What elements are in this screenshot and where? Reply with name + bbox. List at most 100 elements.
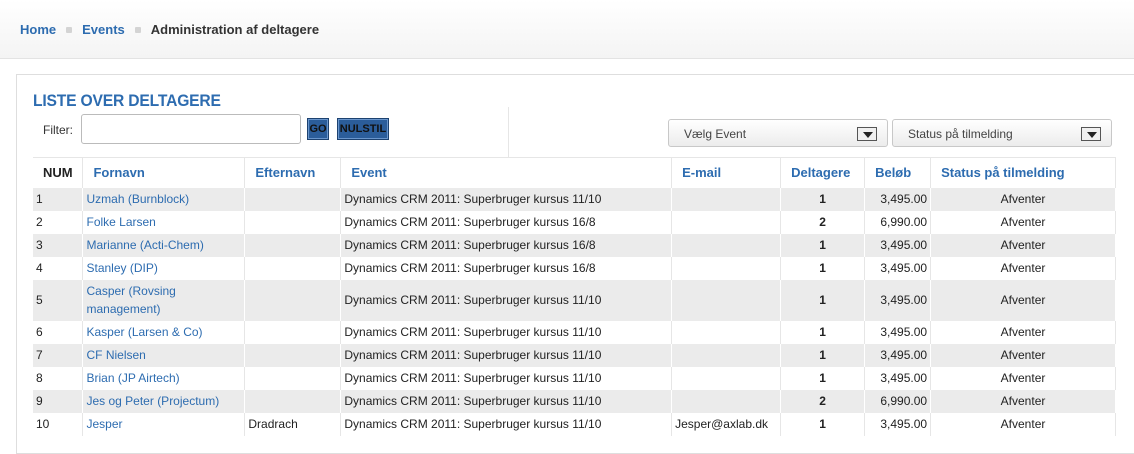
participant-link[interactable]: Folke Larsen bbox=[86, 215, 155, 229]
filter-row: Filter: GO NULSTIL Vælg Event Status på … bbox=[33, 107, 1117, 157]
row-email bbox=[671, 343, 782, 367]
row-firstname: Stanley (DIP) bbox=[82, 256, 246, 280]
breadcrumb-home-link[interactable]: Home bbox=[20, 22, 56, 37]
filter-input[interactable] bbox=[81, 114, 301, 144]
row-participants: 1 bbox=[780, 412, 866, 436]
table-row: 6 Kasper (Larsen & Co) Dynamics CRM 2011: … bbox=[33, 320, 1116, 344]
row-participants: 1 bbox=[780, 343, 866, 367]
row-event: Dynamics CRM 2011: Superbruger kursus 16… bbox=[340, 233, 673, 257]
row-num: 2 bbox=[33, 210, 84, 234]
participant-link[interactable]: Casper (Rovsing management) bbox=[86, 284, 175, 316]
participants-panel: LISTE OVER DELTAGERE Filter: GO NULSTIL … bbox=[16, 74, 1134, 454]
row-lastname bbox=[244, 210, 342, 234]
column-header-num[interactable]: NUM bbox=[33, 157, 84, 188]
row-num: 6 bbox=[33, 320, 84, 344]
status-select[interactable]: Status på tilmelding bbox=[892, 119, 1112, 147]
row-email bbox=[671, 366, 782, 390]
row-status: Afventer bbox=[930, 343, 1116, 367]
table-row: 5 Casper (Rovsing management) Dynamics CRM… bbox=[33, 279, 1116, 321]
row-num: 7 bbox=[33, 343, 84, 367]
row-participants: 1 bbox=[780, 187, 866, 211]
row-status: Afventer bbox=[930, 233, 1116, 257]
row-status: Afventer bbox=[930, 412, 1116, 436]
row-participants: 2 bbox=[780, 389, 866, 413]
row-event: Dynamics CRM 2011: Superbruger kursus 11… bbox=[340, 389, 673, 413]
breadcrumb-current: Administration af deltagere bbox=[150, 22, 320, 37]
row-firstname: Casper (Rovsing management) bbox=[82, 279, 246, 321]
participant-link[interactable]: Marianne (Acti-Chem) bbox=[86, 238, 203, 252]
column-header-email[interactable]: E-mail bbox=[671, 157, 782, 188]
row-status: Afventer bbox=[930, 256, 1116, 280]
row-firstname: Jesper bbox=[82, 412, 246, 436]
row-event: Dynamics CRM 2011: Superbruger kursus 11… bbox=[340, 279, 673, 321]
row-event: Dynamics CRM 2011: Superbruger kursus 11… bbox=[340, 187, 673, 211]
participant-link[interactable]: CF Nielsen bbox=[86, 348, 145, 362]
row-status: Afventer bbox=[930, 210, 1116, 234]
row-amount: 3,495.00 bbox=[864, 412, 932, 436]
participant-link[interactable]: Stanley (DIP) bbox=[86, 261, 157, 275]
row-num: 4 bbox=[33, 256, 84, 280]
row-email bbox=[671, 256, 782, 280]
row-event: Dynamics CRM 2011: Superbruger kursus 16… bbox=[340, 210, 673, 234]
event-select[interactable]: Vælg Event bbox=[668, 119, 888, 147]
filter-group: Filter: GO NULSTIL bbox=[33, 107, 509, 157]
column-header-firstname[interactable]: Fornavn bbox=[82, 157, 246, 188]
row-event: Dynamics CRM 2011: Superbruger kursus 11… bbox=[340, 412, 673, 436]
participant-link[interactable]: Jesper bbox=[86, 417, 122, 431]
participant-link[interactable]: Kasper (Larsen & Co) bbox=[86, 325, 202, 339]
table-row: 2 Folke Larsen Dynamics CRM 2011: Superbru… bbox=[33, 210, 1116, 234]
chevron-down-icon[interactable] bbox=[857, 127, 877, 141]
row-status: Afventer bbox=[930, 187, 1116, 211]
row-amount: 3,495.00 bbox=[864, 343, 932, 367]
breadcrumb-events-link[interactable]: Events bbox=[82, 22, 125, 37]
row-num: 8 bbox=[33, 366, 84, 390]
row-email bbox=[671, 187, 782, 211]
breadcrumb-separator-icon bbox=[134, 26, 141, 33]
row-firstname: Uzmah (Burnblock) bbox=[82, 187, 246, 211]
row-lastname bbox=[244, 279, 342, 321]
row-participants: 2 bbox=[780, 210, 866, 234]
table-row: 7 CF Nielsen Dynamics CRM 2011: Superbruge… bbox=[33, 343, 1116, 367]
table-header-row: NUM Fornavn Efternavn Event E-mail Delta… bbox=[33, 157, 1116, 188]
row-num: 10 bbox=[33, 412, 84, 436]
row-lastname bbox=[244, 320, 342, 344]
row-status: Afventer bbox=[930, 320, 1116, 344]
table-row: 4 Stanley (DIP) Dynamics CRM 2011: Superbr… bbox=[33, 256, 1116, 280]
row-status: Afventer bbox=[930, 366, 1116, 390]
row-participants: 1 bbox=[780, 233, 866, 257]
row-num: 1 bbox=[33, 187, 84, 211]
row-amount: 6,990.00 bbox=[864, 389, 932, 413]
row-firstname: Marianne (Acti-Chem) bbox=[82, 233, 246, 257]
participant-link[interactable]: Brian (JP Airtech) bbox=[86, 371, 179, 385]
column-header-amount[interactable]: Beløb bbox=[864, 157, 932, 188]
row-amount: 3,495.00 bbox=[864, 279, 932, 321]
participants-table: NUM Fornavn Efternavn Event E-mail Delta… bbox=[33, 157, 1116, 436]
chevron-down-icon[interactable] bbox=[1081, 127, 1101, 141]
column-header-event[interactable]: Event bbox=[340, 157, 673, 188]
go-button[interactable]: GO bbox=[307, 118, 329, 140]
column-header-lastname[interactable]: Efternavn bbox=[244, 157, 342, 188]
row-firstname: Kasper (Larsen & Co) bbox=[82, 320, 246, 344]
column-header-status[interactable]: Status på tilmelding bbox=[930, 157, 1116, 188]
participant-link[interactable]: Uzmah (Burnblock) bbox=[86, 192, 189, 206]
row-firstname: Brian (JP Airtech) bbox=[82, 366, 246, 390]
row-num: 5 bbox=[33, 279, 84, 321]
row-firstname: Jes og Peter (Projectum) bbox=[82, 389, 246, 413]
table-row: 9 Jes og Peter (Projectum) Dynamics CRM 20… bbox=[33, 389, 1116, 413]
table-row: 10 Jesper Dradrach Dynamics CRM 2011: Super… bbox=[33, 412, 1116, 436]
row-lastname bbox=[244, 366, 342, 390]
breadcrumb-bar: Home Events Administration af deltagere bbox=[0, 0, 1134, 59]
row-participants: 1 bbox=[780, 279, 866, 321]
row-lastname bbox=[244, 256, 342, 280]
row-participants: 1 bbox=[780, 256, 866, 280]
row-status: Afventer bbox=[930, 389, 1116, 413]
row-status: Afventer bbox=[930, 279, 1116, 321]
row-email bbox=[671, 233, 782, 257]
column-header-participants[interactable]: Deltagere bbox=[780, 157, 866, 188]
row-event: Dynamics CRM 2011: Superbruger kursus 11… bbox=[340, 366, 673, 390]
row-lastname bbox=[244, 343, 342, 367]
participant-link[interactable]: Jes og Peter (Projectum) bbox=[86, 394, 219, 408]
reset-button[interactable]: NULSTIL bbox=[337, 118, 389, 140]
breadcrumb-separator-icon bbox=[66, 26, 73, 33]
row-email bbox=[671, 210, 782, 234]
